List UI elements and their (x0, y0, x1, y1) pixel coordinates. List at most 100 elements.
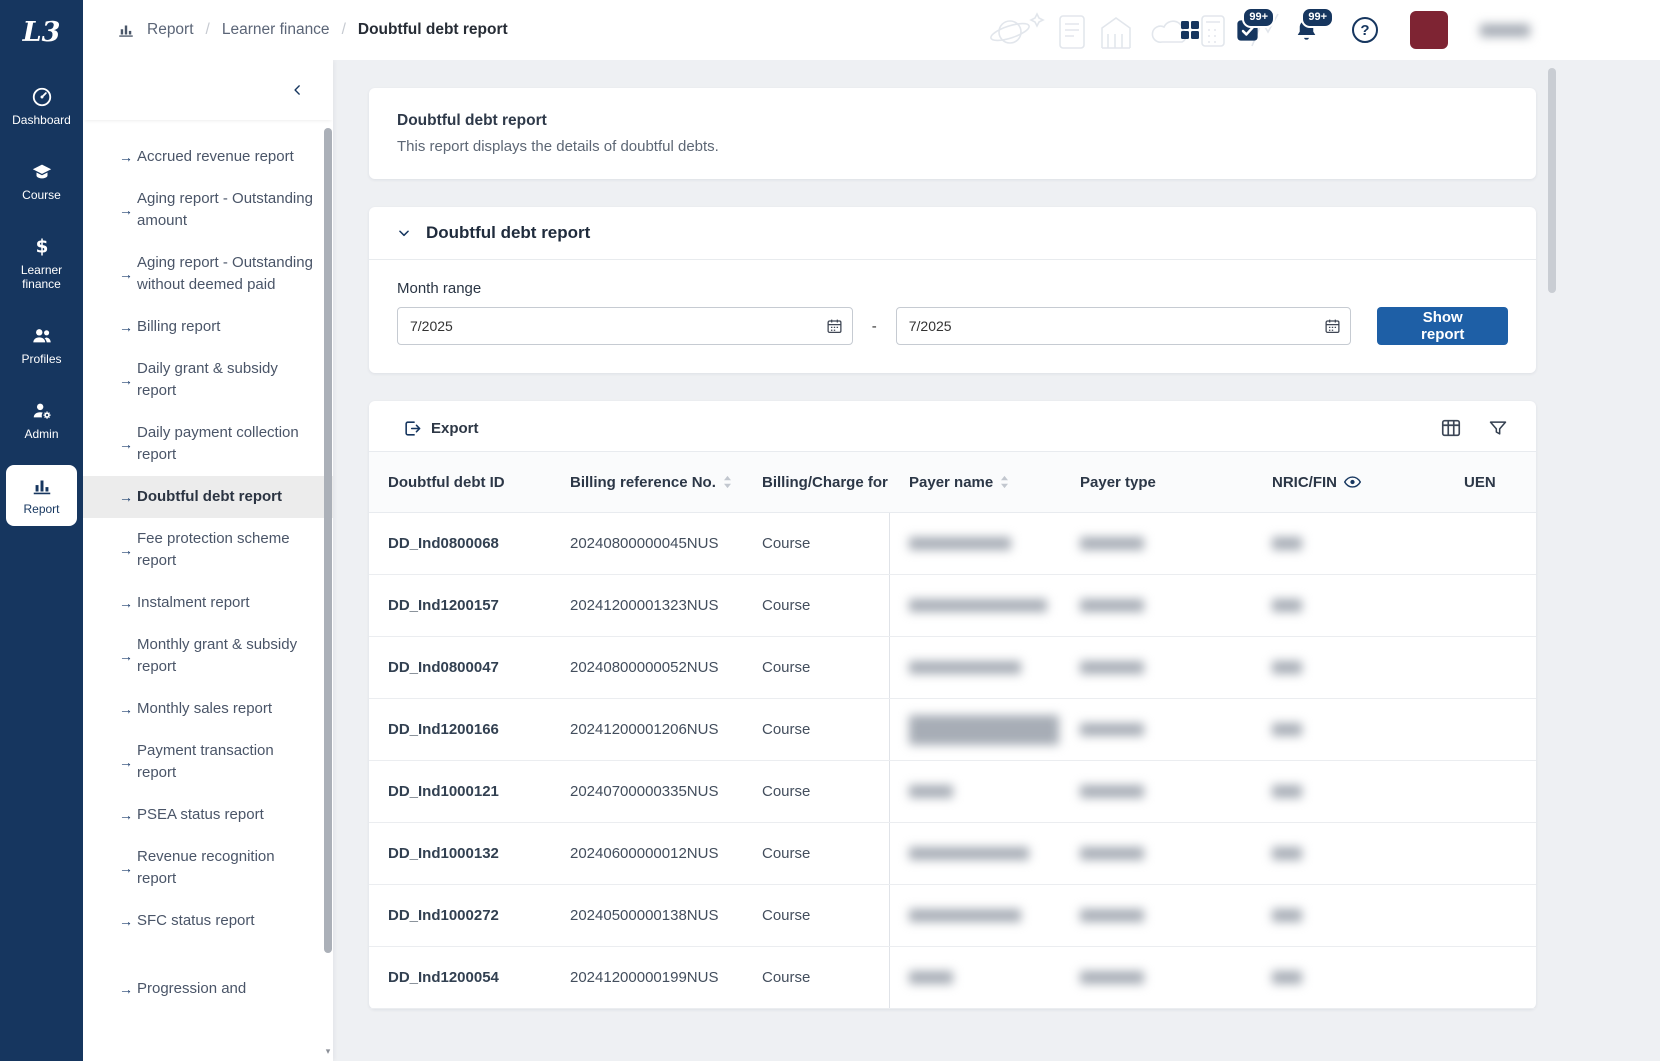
column-header[interactable]: Payer type (1061, 452, 1253, 512)
sidebar-item-dashboard[interactable]: Dashboard (6, 76, 77, 137)
report-nav-item[interactable]: → Monthly grant & subsidy report (83, 624, 333, 688)
table-row[interactable]: DD_Ind1000121 20240700000335NUS Course (369, 761, 1536, 823)
table-body: DD_Ind0800068 20240800000045NUS Course D… (369, 513, 1536, 1009)
cell-nric-fin (1253, 947, 1445, 1008)
redacted-payer-name (909, 971, 953, 984)
month-to-input[interactable] (895, 307, 1352, 345)
breadcrumb-item[interactable]: Report (147, 21, 194, 39)
column-settings-icon[interactable] (1440, 417, 1462, 439)
report-nav-item[interactable]: → Fee protection scheme report (83, 518, 333, 582)
collapse-panel-button[interactable] (287, 79, 309, 101)
column-header[interactable]: Payer name (890, 452, 1061, 512)
page-scrollbar[interactable] (1548, 68, 1556, 1053)
breadcrumb-item[interactable]: Learner finance (222, 21, 330, 39)
report-nav-item[interactable]: → Doubtful debt report (83, 476, 333, 518)
column-header[interactable]: Doubtful debt ID (369, 452, 551, 512)
report-nav-scrollbar-thumb[interactable] (324, 128, 332, 954)
report-nav-item[interactable]: → SFC status report (83, 900, 333, 942)
apps-grid-icon[interactable] (1178, 18, 1202, 42)
column-header[interactable]: NRIC/FIN (1253, 452, 1445, 512)
redacted-nric-fin (1272, 537, 1302, 550)
arrow-right-icon: → (119, 489, 133, 505)
app-logo-text: L3 (22, 16, 61, 48)
report-nav-item[interactable]: → Progression and (83, 968, 333, 1010)
tasks-icon[interactable]: 99+ (1234, 6, 1275, 44)
cell-uen (1445, 761, 1536, 822)
show-report-button[interactable]: Show report (1377, 307, 1508, 345)
cell-doubtful-debt-id: DD_Ind1000132 (388, 845, 499, 862)
redacted-nric-fin (1272, 785, 1302, 798)
scroll-down-icon[interactable]: ▾ (324, 1046, 332, 1057)
table-row[interactable]: DD_Ind0800068 20240800000045NUS Course (369, 513, 1536, 575)
report-nav-item[interactable]: → Accrued revenue report (83, 136, 333, 178)
filter-icon[interactable] (1488, 418, 1508, 438)
redacted-payer-name (909, 714, 1059, 745)
month-from-input[interactable] (397, 307, 853, 345)
report-nav-item[interactable]: → Payment transaction report (83, 730, 333, 794)
help-icon[interactable]: ? (1352, 17, 1378, 43)
arrow-right-icon: → (119, 807, 133, 823)
profiles-icon (31, 325, 53, 347)
report-nav-item[interactable]: → Revenue recognition report (83, 836, 333, 900)
table-row[interactable]: DD_Ind1000132 20240600000012NUS Course (369, 823, 1536, 885)
sort-icon[interactable] (723, 475, 732, 489)
sidebar-item-course[interactable]: Course (6, 151, 77, 212)
cell-payer-name (890, 637, 1061, 698)
cell-payer-type (1061, 513, 1253, 574)
arrow-right-icon: → (119, 202, 133, 218)
table-row[interactable]: DD_Ind1200054 20241200000199NUS Course (369, 947, 1536, 1009)
report-nav-item[interactable]: → Aging report - Outstanding amount (83, 178, 333, 242)
cell-nric-fin (1253, 637, 1445, 698)
table-row[interactable]: DD_Ind1000272 20240500000138NUS Course (369, 885, 1536, 947)
breadcrumb: Report / Learner finance / Doubtful debt rep… (117, 21, 508, 39)
table-row[interactable]: DD_Ind0800047 20240800000052NUS Course (369, 637, 1536, 699)
chevron-down-icon (397, 226, 411, 240)
admin-icon (31, 400, 53, 422)
cell-nric-fin (1253, 761, 1445, 822)
notifications-bell-icon[interactable]: 99+ (1293, 6, 1334, 44)
column-header[interactable]: Billing/Charge for (743, 452, 890, 512)
user-avatar[interactable] (1410, 11, 1448, 49)
cell-uen (1445, 637, 1536, 698)
sidebar-item-report[interactable]: Report (6, 465, 77, 526)
report-nav-item[interactable]: → Aging report - Outstanding without dee… (83, 242, 333, 306)
report-nav-item[interactable]: → Monthly sales report (83, 688, 333, 730)
cell-uen (1445, 699, 1536, 760)
help-question-glyph: ? (1352, 17, 1378, 43)
sidebar-item-admin[interactable]: Admin (6, 390, 77, 451)
table-header-row: Doubtful debt ID Billing reference No. B… (369, 451, 1536, 513)
redacted-payer-name (909, 847, 1029, 860)
report-nav-item[interactable]: → Instalment report (83, 582, 333, 624)
redacted-payer-type (1080, 971, 1144, 984)
cell-nric-fin (1253, 575, 1445, 636)
export-button[interactable]: Export (397, 418, 485, 439)
arrow-right-icon: → (119, 981, 133, 997)
eye-icon[interactable] (1344, 476, 1361, 488)
report-nav-item[interactable]: → Daily payment collection report (83, 412, 333, 476)
cell-payer-type (1061, 761, 1253, 822)
range-separator: - (871, 317, 877, 335)
sidebar-item-learner-finance[interactable]: $ Learner finance (6, 226, 77, 301)
app-logo[interactable]: L3 (0, 0, 83, 64)
month-from-field (397, 307, 853, 345)
arrow-right-icon: → (119, 701, 133, 717)
column-header[interactable]: UEN (1445, 452, 1536, 512)
arrow-right-icon: → (119, 542, 133, 558)
page-scrollbar-thumb[interactable] (1548, 68, 1556, 293)
report-nav-item[interactable]: → PSEA status report (83, 794, 333, 836)
arrow-right-icon: → (119, 595, 133, 611)
sidebar-item-profiles[interactable]: Profiles (6, 315, 77, 376)
report-nav-item[interactable]: → Daily grant & subsidy report (83, 348, 333, 412)
cell-uen (1445, 823, 1536, 884)
arrow-right-icon: → (119, 319, 133, 335)
redacted-payer-type (1080, 599, 1144, 612)
redacted-nric-fin (1272, 661, 1302, 674)
breadcrumb-separator: / (205, 21, 210, 38)
filter-panel-toggle[interactable]: Doubtful debt report (369, 207, 1536, 260)
column-header[interactable]: Billing reference No. (551, 452, 743, 512)
sort-icon[interactable] (1000, 475, 1009, 489)
table-row[interactable]: DD_Ind1200166 20241200001206NUS Course (369, 699, 1536, 761)
report-nav-item[interactable]: → Billing report (83, 306, 333, 348)
report-nav-scrollbar[interactable]: ▾ (324, 126, 332, 1056)
table-row[interactable]: DD_Ind1200157 20241200001323NUS Course (369, 575, 1536, 637)
